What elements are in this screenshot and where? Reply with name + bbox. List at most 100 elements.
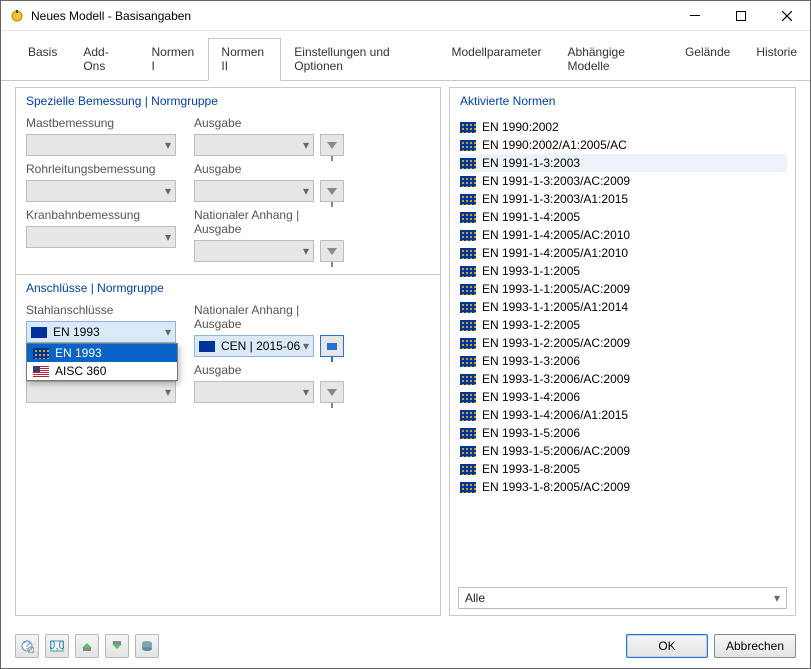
mast-ausgabe-label: Ausgabe (194, 116, 344, 130)
eu-flag-icon (460, 428, 476, 439)
import-button[interactable] (75, 634, 99, 658)
eu-flag-icon (460, 392, 476, 403)
us-flag-icon (33, 366, 49, 377)
tab-basis[interactable]: Basis (15, 38, 70, 81)
norm-item[interactable]: EN 1993-1-4:2006 (458, 388, 787, 406)
eu-flag-icon (460, 482, 476, 493)
window-maximize-button[interactable] (718, 1, 764, 31)
tab-add-ons[interactable]: Add-Ons (70, 38, 138, 81)
eu-flag-icon (460, 374, 476, 385)
units-button[interactable]: 0,0 (45, 634, 69, 658)
eu-flag-icon (460, 122, 476, 133)
svg-text:0,0: 0,0 (50, 639, 64, 652)
eu-flag-icon (460, 158, 476, 169)
window-title: Neues Modell - Basisangaben (31, 9, 672, 23)
mast-combo[interactable]: ▾ (26, 134, 176, 156)
tab-normen-ii[interactable]: Normen II (208, 38, 281, 81)
norm-item[interactable]: EN 1991-1-3:2003/A1:2015 (458, 190, 787, 208)
norm-item[interactable]: EN 1991-1-3:2003/AC:2009 (458, 172, 787, 190)
window-minimize-button[interactable] (672, 1, 718, 31)
norm-item[interactable]: EN 1993-1-2:2005/AC:2009 (458, 334, 787, 352)
eu-flag-icon (460, 410, 476, 421)
dropdown-item-aisc-360[interactable]: AISC 360 (27, 362, 177, 380)
svg-text:?: ? (24, 639, 31, 652)
tab-historie[interactable]: Historie (743, 38, 810, 81)
dropdown-item-en-1993[interactable]: EN 1993 (27, 344, 177, 362)
norm-item[interactable]: EN 1990:2002/A1:2005/AC (458, 136, 787, 154)
norm-item[interactable]: EN 1991-1-4:2005 (458, 208, 787, 226)
eu-flag-icon (460, 230, 476, 241)
norm-item[interactable]: EN 1993-1-2:2005 (458, 316, 787, 334)
eu-flag-icon (460, 176, 476, 187)
app-icon (9, 8, 25, 24)
norms-list[interactable]: EN 1990:2002EN 1990:2002/A1:2005/ACEN 19… (450, 114, 795, 581)
stahl-dropdown[interactable]: EN 1993AISC 360 (26, 343, 178, 381)
eu-flag-icon (460, 140, 476, 151)
kran-nat-combo[interactable]: ▾ (194, 240, 314, 262)
norm-item[interactable]: EN 1991-1-4:2005/A1:2010 (458, 244, 787, 262)
eu-flag-icon (460, 464, 476, 475)
tab-gelände[interactable]: Gelände (672, 38, 743, 81)
stahl-filter-button[interactable] (320, 335, 344, 357)
eu-flag-icon (460, 356, 476, 367)
holz-filter-button[interactable] (320, 381, 344, 403)
kran-nat-label: Nationaler Anhang | Ausgabe (194, 208, 344, 236)
norms-filter-combo[interactable]: Alle ▾ (458, 587, 787, 609)
norm-item[interactable]: EN 1990:2002 (458, 118, 787, 136)
rohr-combo[interactable]: ▾ (26, 180, 176, 202)
eu-flag-icon (460, 446, 476, 457)
rohr-ausgabe-combo[interactable]: ▾ (194, 180, 314, 202)
norm-item[interactable]: EN 1993-1-3:2006 (458, 352, 787, 370)
norm-item[interactable]: EN 1993-1-4:2006/A1:2015 (458, 406, 787, 424)
ok-button[interactable]: OK (626, 634, 708, 658)
norm-item[interactable]: EN 1993-1-5:2006/AC:2009 (458, 442, 787, 460)
norm-item[interactable]: EN 1993-1-5:2006 (458, 424, 787, 442)
tab-modellparameter[interactable]: Modellparameter (438, 38, 554, 81)
stahl-nat-label: Nationaler Anhang | Ausgabe (194, 303, 344, 331)
norms-filter-value: Alle (465, 591, 485, 605)
stahl-label: Stahlanschlüsse (26, 303, 176, 317)
eu-flag-icon (460, 302, 476, 313)
help-button[interactable]: ? (15, 634, 39, 658)
norm-item[interactable]: EN 1991-1-3:2003 (458, 154, 787, 172)
holz-combo[interactable]: ▾ (26, 381, 176, 403)
window-close-button[interactable] (764, 1, 810, 31)
holz-ausgabe-label: Ausgabe (194, 363, 344, 377)
tab-normen-i[interactable]: Normen I (138, 38, 208, 81)
norm-item[interactable]: EN 1993-1-1:2005/AC:2009 (458, 280, 787, 298)
holz-ausgabe-combo[interactable]: ▾ (194, 381, 314, 403)
stahl-nat-combo[interactable]: CEN | 2015-06 ▾ (194, 335, 314, 357)
stahl-combo[interactable]: EN 1993 ▾ EN 1993AISC 360 (26, 321, 176, 343)
database-button[interactable] (135, 634, 159, 658)
anschluesse-title: Anschlüsse | Normgruppe (16, 275, 440, 301)
norm-item[interactable]: EN 1993-1-8:2005 (458, 460, 787, 478)
eu-flag-icon (460, 320, 476, 331)
norm-item[interactable]: EN 1991-1-4:2005/AC:2010 (458, 226, 787, 244)
eu-flag-icon (33, 348, 49, 359)
cancel-button[interactable]: Abbrechen (714, 634, 796, 658)
norm-item[interactable]: EN 1993-1-3:2006/AC:2009 (458, 370, 787, 388)
mast-label: Mastbemessung (26, 116, 176, 130)
stahl-combo-value: EN 1993 (53, 325, 100, 339)
kran-filter-button[interactable] (320, 240, 344, 262)
eu-flag-icon (460, 338, 476, 349)
rohr-label: Rohrleitungsbemessung (26, 162, 176, 176)
tab-einstellungen-und-optionen[interactable]: Einstellungen und Optionen (281, 38, 438, 81)
eu-flag-icon (460, 194, 476, 205)
mast-ausgabe-combo[interactable]: ▾ (194, 134, 314, 156)
mast-filter-button[interactable] (320, 134, 344, 156)
kran-label: Kranbahnbemessung (26, 208, 176, 222)
norm-item[interactable]: EN 1993-1-1:2005/A1:2014 (458, 298, 787, 316)
norm-item[interactable]: EN 1993-1-8:2005/AC:2009 (458, 478, 787, 496)
eu-flag-icon (460, 212, 476, 223)
tab-abhängige-modelle[interactable]: Abhängige Modelle (555, 38, 672, 81)
export-button[interactable] (105, 634, 129, 658)
eu-flag-icon (460, 266, 476, 277)
aktivierte-title: Aktivierte Normen (450, 88, 795, 114)
norm-item[interactable]: EN 1993-1-1:2005 (458, 262, 787, 280)
eu-flag-icon (460, 284, 476, 295)
kran-combo[interactable]: ▾ (26, 226, 176, 248)
stahl-nat-value: CEN | 2015-06 (221, 339, 300, 353)
eu-flag-icon (460, 248, 476, 259)
rohr-filter-button[interactable] (320, 180, 344, 202)
